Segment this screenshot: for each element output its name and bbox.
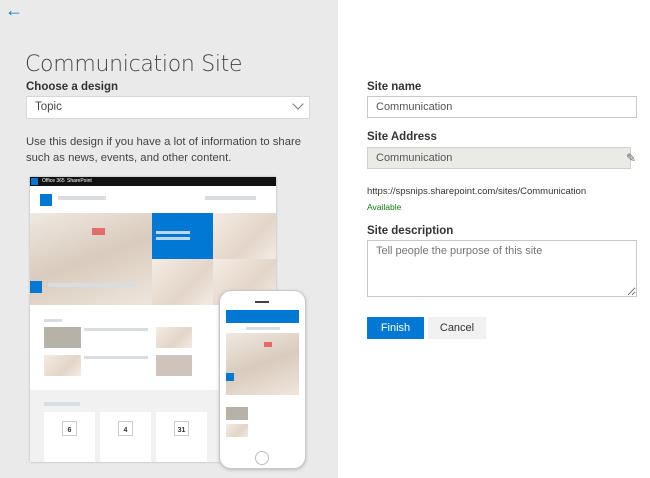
page-title: Communication Site bbox=[25, 52, 243, 77]
phone-preview bbox=[219, 290, 306, 469]
cancel-button[interactable]: Cancel bbox=[428, 317, 486, 339]
preview-event-date: 31 bbox=[174, 421, 189, 436]
design-description: Use this design if you have a lot of inf… bbox=[26, 136, 302, 164]
preview-suite-label: Office 365 bbox=[42, 178, 65, 184]
availability-status: Available bbox=[367, 202, 402, 212]
preview-logo bbox=[40, 194, 52, 206]
waffle-icon bbox=[31, 178, 38, 185]
preview-event-date: 4 bbox=[118, 421, 133, 436]
design-dropdown-value: Topic bbox=[35, 101, 62, 113]
chevron-down-icon bbox=[292, 98, 304, 110]
choose-design-label: Choose a design bbox=[26, 81, 119, 93]
design-panel: ← Communication Site Choose a design Top… bbox=[0, 0, 338, 478]
design-dropdown[interactable]: Topic bbox=[26, 96, 310, 119]
site-name-label: Site name bbox=[367, 81, 422, 93]
finish-button[interactable]: Finish bbox=[367, 317, 424, 339]
back-arrow-icon[interactable]: ← bbox=[5, 1, 23, 19]
site-name-input[interactable]: Communication bbox=[367, 96, 637, 118]
preview-blue-tile bbox=[152, 213, 213, 259]
site-description-input[interactable] bbox=[367, 240, 637, 297]
site-address-label: Site Address bbox=[367, 131, 437, 143]
preview-event-date: 6 bbox=[62, 421, 77, 436]
preview-app-label: SharePoint bbox=[67, 178, 92, 184]
preview-suite-bar: Office 365 SharePoint bbox=[30, 177, 276, 186]
site-address-input: Communication bbox=[367, 147, 631, 169]
preview-hero-image bbox=[30, 213, 152, 305]
site-url: https://spsnips.sharepoint.com/sites/Com… bbox=[367, 186, 587, 197]
site-description-label: Site description bbox=[367, 225, 454, 237]
pencil-edit-icon[interactable]: ✎ bbox=[626, 151, 636, 165]
